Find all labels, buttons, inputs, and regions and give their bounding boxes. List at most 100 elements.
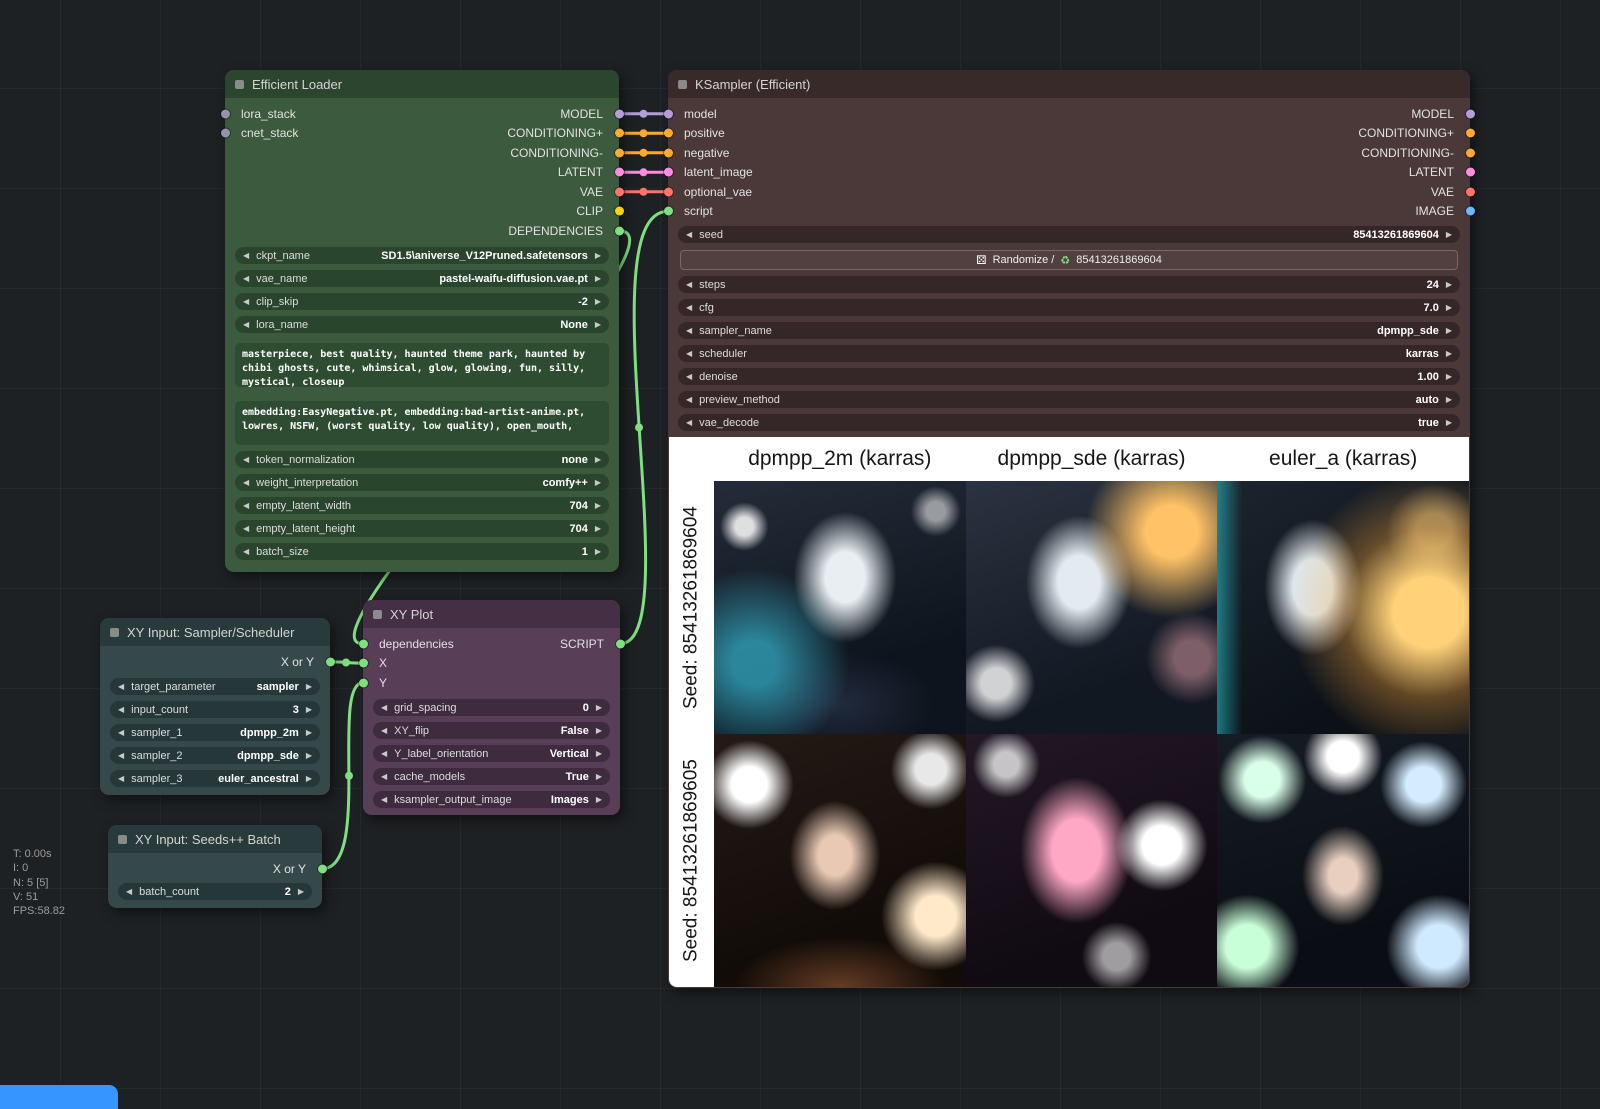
next-arrow-icon[interactable]: ▶ [306,683,312,691]
next-arrow-icon[interactable]: ▶ [1446,231,1452,239]
port-dot[interactable] [1466,187,1475,196]
next-arrow-icon[interactable]: ▶ [1446,327,1452,335]
widget-scheduler[interactable]: ◀ scheduler karras ▶ [678,345,1460,362]
port-dot[interactable] [1466,148,1475,157]
port-dot[interactable] [664,187,673,196]
prev-arrow-icon[interactable]: ◀ [243,479,249,487]
port-dot[interactable] [359,659,368,668]
port-dot[interactable] [221,129,230,138]
port-script-output[interactable]: SCRIPT [440,634,620,654]
port-dot[interactable] [664,109,673,118]
port-dot[interactable] [664,207,673,216]
port-x-or-y-output[interactable]: X or Y [169,652,330,672]
node-titlebar[interactable]: KSampler (Efficient) [668,70,1470,98]
next-arrow-icon[interactable]: ▶ [1446,304,1452,312]
prev-arrow-icon[interactable]: ◀ [686,396,692,404]
widget-clip-skip[interactable]: ◀ clip_skip -2 ▶ [235,293,609,310]
next-arrow-icon[interactable]: ▶ [1446,396,1452,404]
port-latent-output[interactable]: LATENT [909,163,1470,183]
port-dependencies-output[interactable]: DEPENDENCIES [343,221,619,241]
collapse-icon[interactable] [235,80,244,89]
next-arrow-icon[interactable]: ▶ [595,298,601,306]
next-arrow-icon[interactable]: ▶ [298,888,304,896]
next-arrow-icon[interactable]: ▶ [1446,373,1452,381]
prev-arrow-icon[interactable]: ◀ [686,350,692,358]
collapse-icon[interactable] [373,610,382,619]
port-dot[interactable] [615,168,624,177]
port-dot[interactable] [359,678,368,687]
prev-arrow-icon[interactable]: ◀ [381,727,387,735]
port-vae-output[interactable]: VAE [909,182,1470,202]
port-conditioning-plus-output[interactable]: CONDITIONING+ [343,124,619,144]
port-x-input[interactable]: X [363,654,517,674]
xy-input-sampler-node[interactable]: XY Input: Sampler/Scheduler X or Y ◀ tar… [100,618,330,795]
prev-arrow-icon[interactable]: ◀ [686,327,692,335]
port-dot[interactable] [664,148,673,157]
prev-arrow-icon[interactable]: ◀ [243,548,249,556]
collapse-icon[interactable] [118,835,127,844]
port-latent-output[interactable]: LATENT [343,163,619,183]
prev-arrow-icon[interactable]: ◀ [118,752,124,760]
prev-arrow-icon[interactable]: ◀ [118,683,124,691]
xy-input-seeds-node[interactable]: XY Input: Seeds++ Batch X or Y ◀ batch_c… [108,825,322,908]
next-arrow-icon[interactable]: ▶ [306,729,312,737]
port-dot[interactable] [221,109,230,118]
port-clip-output[interactable]: CLIP [343,202,619,222]
widget-preview-method[interactable]: ◀ preview_method auto ▶ [678,391,1460,408]
next-arrow-icon[interactable]: ▶ [1446,419,1452,427]
next-arrow-icon[interactable]: ▶ [306,752,312,760]
node-graph-canvas[interactable]: Efficient Loader lora_stack cnet_stack M… [0,0,1600,1109]
next-arrow-icon[interactable]: ▶ [595,502,601,510]
widget-token-normalization[interactable]: ◀ token_normalization none ▶ [235,451,609,468]
randomize-seed-button[interactable]: ⚄ Randomize / ♻ 85413261869604 [680,250,1458,270]
next-arrow-icon[interactable]: ▶ [595,456,601,464]
port-y-input[interactable]: Y [363,673,517,693]
widget-sampler-name[interactable]: ◀ sampler_name dpmpp_sde ▶ [678,322,1460,339]
widget-grid-spacing[interactable]: ◀ grid_spacing 0 ▶ [373,699,610,716]
next-arrow-icon[interactable]: ▶ [596,727,602,735]
widget-denoise[interactable]: ◀ denoise 1.00 ▶ [678,368,1460,385]
port-image-output[interactable]: IMAGE [909,202,1470,222]
prev-arrow-icon[interactable]: ◀ [118,775,124,783]
widget-seed[interactable]: ◀ seed 85413261869604 ▶ [678,226,1460,243]
prev-arrow-icon[interactable]: ◀ [126,888,132,896]
port-conditioning-minus-output[interactable]: CONDITIONING- [343,143,619,163]
widget-sampler-3[interactable]: ◀ sampler_3 euler_ancestral ▶ [110,770,320,787]
collapse-icon[interactable] [678,80,687,89]
next-arrow-icon[interactable]: ▶ [596,773,602,781]
port-dot[interactable] [1466,129,1475,138]
next-arrow-icon[interactable]: ▶ [596,750,602,758]
prev-arrow-icon[interactable]: ◀ [381,750,387,758]
widget-vae-name[interactable]: ◀ vae_name pastel-waifu-diffusion.vae.pt… [235,270,609,287]
prev-arrow-icon[interactable]: ◀ [381,704,387,712]
widget-steps[interactable]: ◀ steps 24 ▶ [678,276,1460,293]
widget-sampler-1[interactable]: ◀ sampler_1 dpmpp_2m ▶ [110,724,320,741]
node-titlebar[interactable]: XY Input: Sampler/Scheduler [100,618,330,646]
next-arrow-icon[interactable]: ▶ [1446,281,1452,289]
widget-batch-size[interactable]: ◀ batch_size 1 ▶ [235,543,609,560]
port-x-or-y-output[interactable]: X or Y [172,859,322,879]
widget-ckpt-name[interactable]: ◀ ckpt_name SD1.5\aniverse_V12Pruned.saf… [235,247,609,264]
next-arrow-icon[interactable]: ▶ [306,775,312,783]
prev-arrow-icon[interactable]: ◀ [686,373,692,381]
widget-empty-latent-height[interactable]: ◀ empty_latent_height 704 ▶ [235,520,609,537]
port-conditioning-minus-output[interactable]: CONDITIONING- [909,143,1470,163]
positive-prompt-textarea[interactable]: masterpiece, best quality, haunted theme… [235,343,609,387]
widget-vae-decode[interactable]: ◀ vae_decode true ▶ [678,414,1460,431]
prev-arrow-icon[interactable]: ◀ [381,796,387,804]
node-titlebar[interactable]: Efficient Loader [225,70,619,98]
widget-sampler-2[interactable]: ◀ sampler_2 dpmpp_sde ▶ [110,747,320,764]
next-arrow-icon[interactable]: ▶ [595,252,601,260]
widget-input-count[interactable]: ◀ input_count 3 ▶ [110,701,320,718]
prev-arrow-icon[interactable]: ◀ [686,231,692,239]
next-arrow-icon[interactable]: ▶ [595,548,601,556]
ksampler-node[interactable]: KSampler (Efficient) model positive nega… [668,70,1470,988]
prev-arrow-icon[interactable]: ◀ [243,298,249,306]
node-titlebar[interactable]: XY Plot [363,600,620,628]
next-arrow-icon[interactable]: ▶ [595,479,601,487]
port-dot[interactable] [616,639,625,648]
port-dot[interactable] [664,168,673,177]
widget-y-label-orientation[interactable]: ◀ Y_label_orientation Vertical ▶ [373,745,610,762]
widget-xy-flip[interactable]: ◀ XY_flip False ▶ [373,722,610,739]
next-arrow-icon[interactable]: ▶ [595,275,601,283]
